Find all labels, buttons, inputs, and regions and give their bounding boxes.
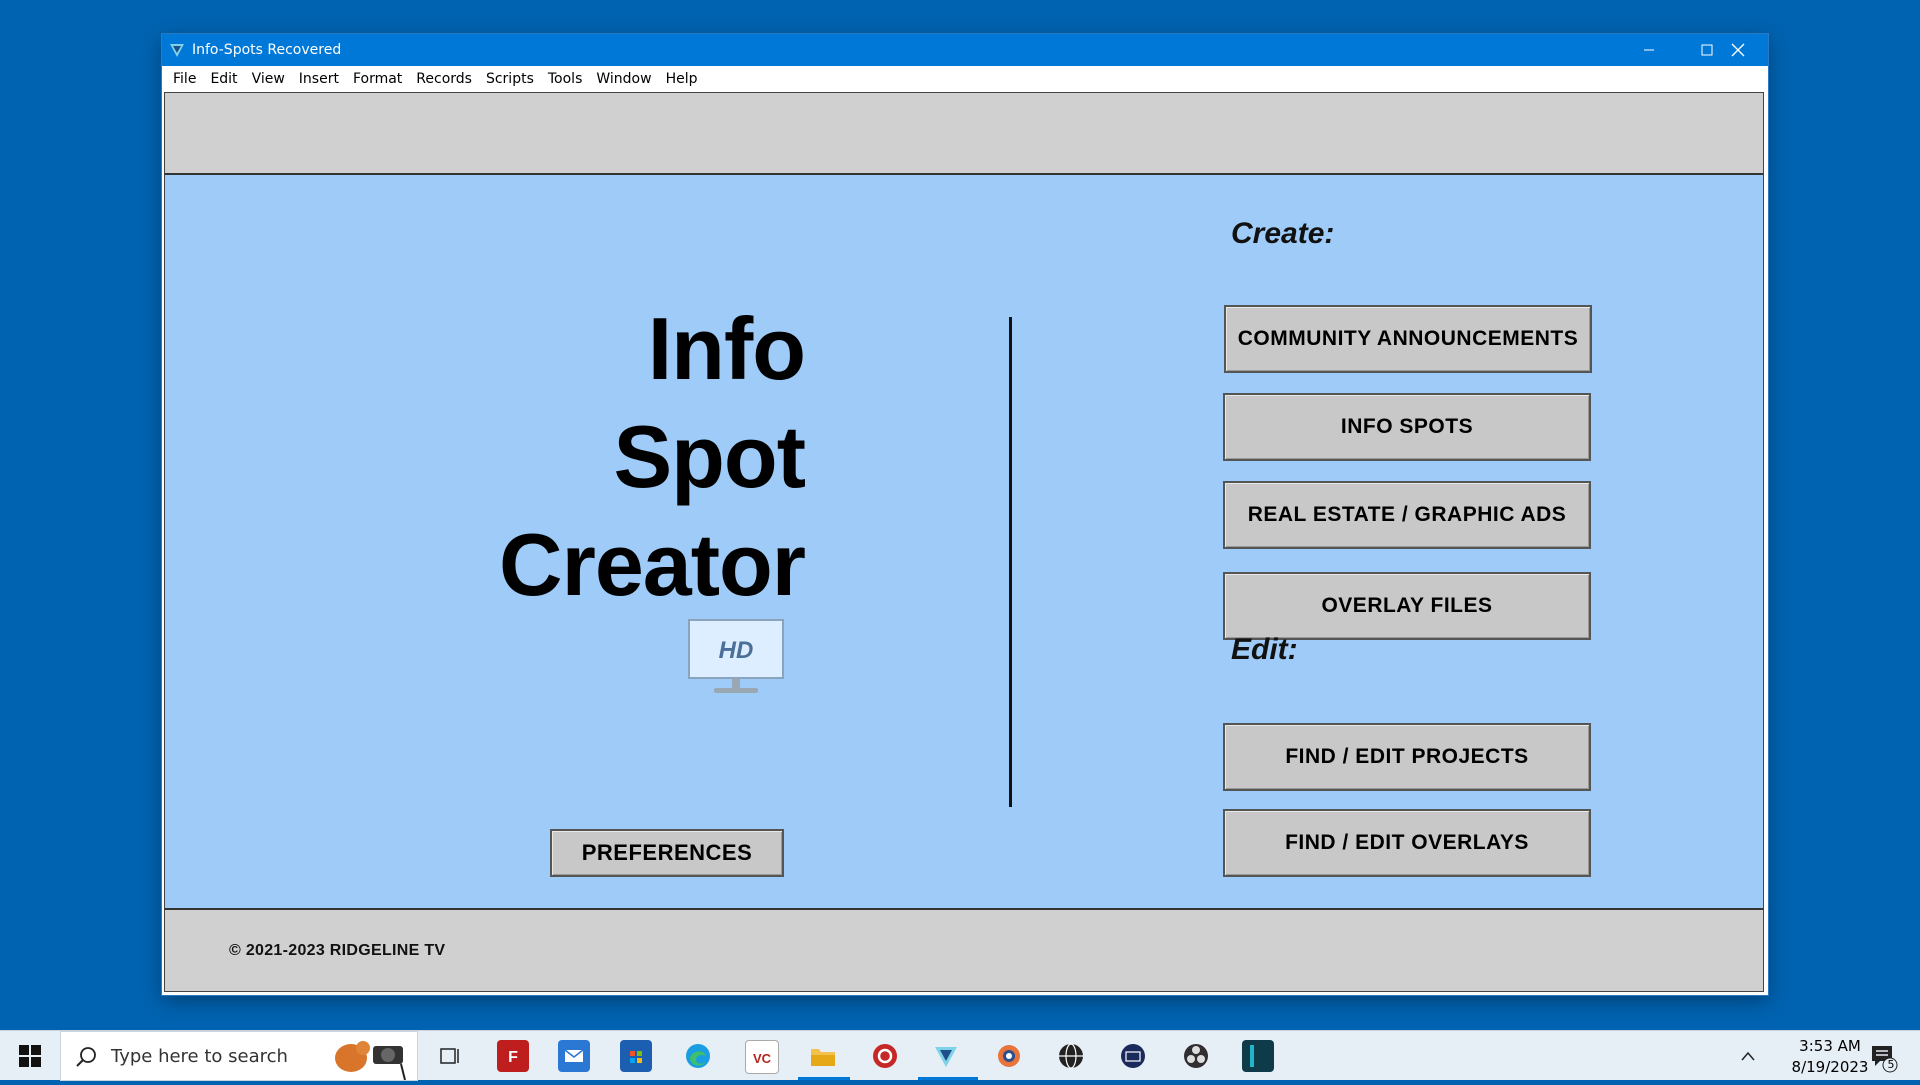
file-explorer-icon[interactable] <box>807 1040 839 1072</box>
title-line-creator: Creator <box>499 515 806 614</box>
squirrel-camera-icon <box>335 1041 406 1080</box>
svg-text:F: F <box>508 1049 518 1066</box>
store-icon[interactable] <box>620 1040 652 1072</box>
title-bar[interactable]: Info-Spots Recovered <box>162 34 1768 66</box>
menu-edit[interactable]: Edit <box>203 66 244 92</box>
close-button[interactable] <box>1708 34 1768 66</box>
taskbar: Type here to search F VC 3:53 AM 8/19/20… <box>0 1030 1920 1081</box>
real-estate-graphic-ads-button[interactable]: REAL ESTATE / GRAPHIC ADS <box>1223 481 1591 549</box>
edge-icon[interactable] <box>682 1040 714 1072</box>
create-section-label: Create: <box>1231 217 1335 250</box>
search-placeholder: Type here to search <box>111 1046 288 1067</box>
find-edit-overlays-button[interactable]: FIND / EDIT OVERLAYS <box>1223 809 1591 877</box>
notification-count: 5 <box>1887 1058 1895 1071</box>
window-title: Info-Spots Recovered <box>192 42 342 58</box>
find-edit-projects-button[interactable]: FIND / EDIT PROJECTS <box>1223 723 1591 791</box>
menu-format[interactable]: Format <box>346 66 409 92</box>
svg-text:VC: VC <box>753 1051 772 1066</box>
info-spots-button[interactable]: INFO SPOTS <box>1223 393 1591 461</box>
menu-tools[interactable]: Tools <box>541 66 590 92</box>
vertical-divider <box>1009 317 1012 807</box>
search-icon <box>76 1047 96 1067</box>
minimize-icon <box>1644 49 1654 51</box>
menu-file[interactable]: File <box>166 66 203 92</box>
chevron-up-icon <box>1741 1051 1755 1061</box>
footer-panel: © 2021-2023 RIDGELINE TV <box>165 908 1763 991</box>
globe-app-icon[interactable] <box>1055 1040 1087 1072</box>
preferences-button[interactable]: PREFERENCES <box>550 829 784 877</box>
obs-icon[interactable] <box>1180 1040 1212 1072</box>
menu-records[interactable]: Records <box>409 66 479 92</box>
menu-insert[interactable]: Insert <box>292 66 346 92</box>
layout-content: Info Spot Creator HD PREFERENCES Create:… <box>164 92 1764 992</box>
vc-icon[interactable]: VC <box>745 1040 779 1074</box>
title-line-spot: Spot <box>613 407 806 506</box>
community-announcements-button[interactable]: COMMUNITY ANNOUNCEMENTS <box>1224 305 1592 373</box>
task-view-icon[interactable] <box>434 1040 466 1072</box>
windows-logo-icon <box>19 1045 41 1067</box>
menu-scripts[interactable]: Scripts <box>479 66 541 92</box>
close-icon <box>1731 43 1745 57</box>
taskbar-search-box[interactable]: Type here to search <box>60 1031 418 1081</box>
header-panel <box>165 93 1763 175</box>
keyboard-app-icon[interactable] <box>1117 1040 1149 1072</box>
menu-window[interactable]: Window <box>589 66 658 92</box>
filezilla-icon[interactable]: F <box>497 1040 529 1072</box>
copyright-text: © 2021-2023 RIDGELINE TV <box>229 942 446 959</box>
hd-badge-text: HD <box>719 637 754 664</box>
dark-app-icon[interactable] <box>1242 1040 1274 1072</box>
menu-view[interactable]: View <box>245 66 292 92</box>
notification-center-button[interactable]: 5 <box>1866 1031 1906 1081</box>
hd-monitor-icon: HD <box>688 619 784 699</box>
mail-icon[interactable] <box>558 1040 590 1072</box>
gear-app-icon[interactable] <box>993 1040 1025 1072</box>
filemaker-icon[interactable] <box>930 1040 962 1072</box>
overlay-files-button[interactable]: OVERLAY FILES <box>1223 572 1591 640</box>
start-button[interactable] <box>0 1031 60 1081</box>
app-logo-icon <box>168 41 186 59</box>
minimize-button[interactable] <box>1620 34 1678 66</box>
show-hidden-icons-button[interactable] <box>1740 1031 1760 1081</box>
title-line-info: Info <box>647 299 806 398</box>
menu-bar: File Edit View Insert Format Records Scr… <box>162 66 1768 92</box>
app-window: Info-Spots Recovered File Edit View Inse… <box>162 34 1768 995</box>
menu-help[interactable]: Help <box>659 66 705 92</box>
red-app-icon[interactable] <box>869 1040 901 1072</box>
notification-icon <box>1872 1046 1898 1073</box>
edit-section-label: Edit: <box>1231 633 1298 666</box>
